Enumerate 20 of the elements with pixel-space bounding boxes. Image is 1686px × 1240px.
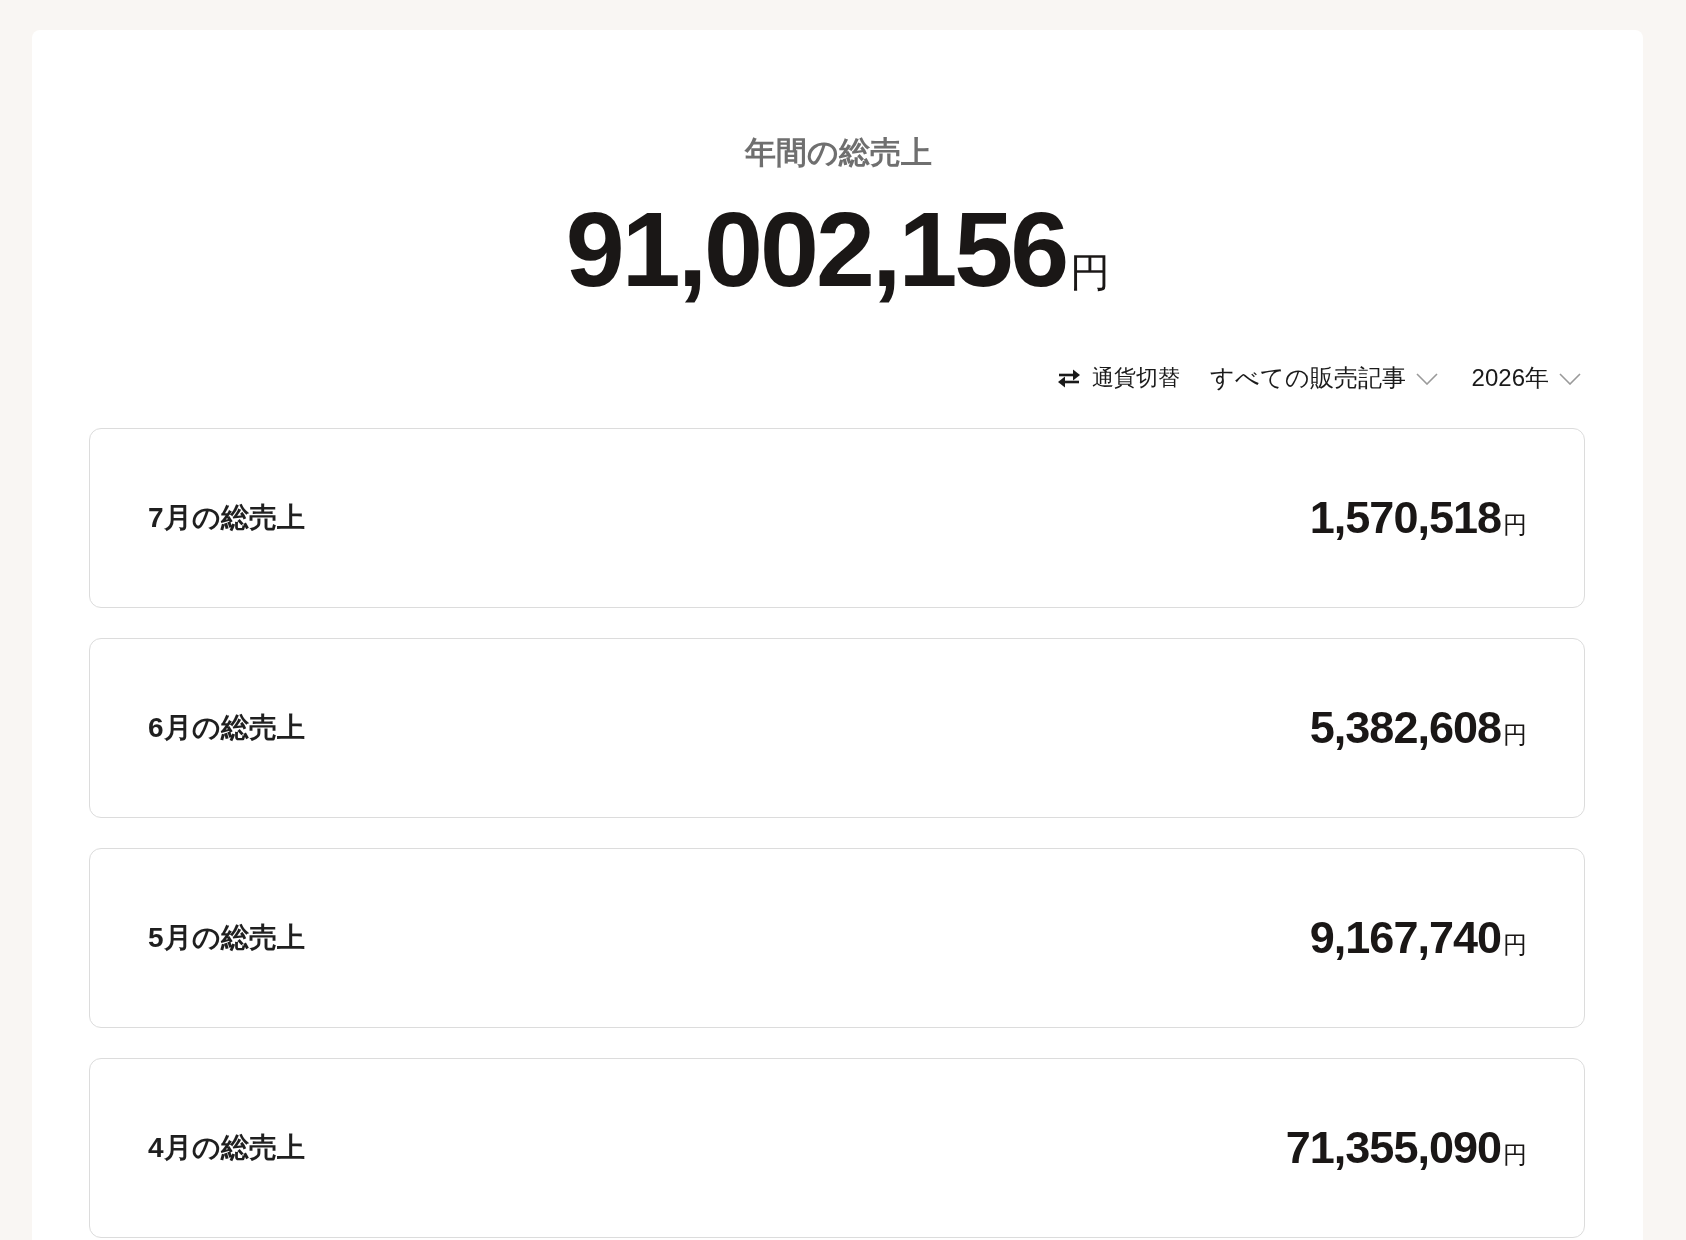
- summary-title: 年間の総売上: [744, 134, 932, 172]
- article-dropdown[interactable]: すべての販売記事: [1209, 363, 1438, 393]
- chevron-down-icon: [1415, 373, 1438, 385]
- month-label: 5月の総売上: [148, 921, 305, 955]
- currency-unit: 円: [1503, 930, 1527, 960]
- chevron-down-icon: [1559, 373, 1581, 385]
- currency-switch-button[interactable]: 通貨切替: [1055, 363, 1180, 393]
- currency-unit: 円: [1503, 510, 1527, 540]
- month-amount: 1,570,518: [1309, 492, 1501, 544]
- month-amount: 5,382,608: [1309, 702, 1501, 754]
- currency-unit: 円: [1503, 720, 1527, 750]
- month-amount: 9,167,740: [1309, 912, 1501, 964]
- year-dropdown[interactable]: 2026年: [1471, 363, 1581, 393]
- month-label: 6月の総売上: [148, 711, 305, 745]
- total-amount: 91,002,156: [565, 190, 1067, 308]
- month-label: 4月の総売上: [148, 1131, 305, 1165]
- currency-unit: 円: [1503, 1140, 1527, 1170]
- currency-unit: 円: [1070, 249, 1111, 296]
- month-label: 7月の総売上: [148, 501, 305, 535]
- month-amount: 71,355,090: [1285, 1122, 1501, 1174]
